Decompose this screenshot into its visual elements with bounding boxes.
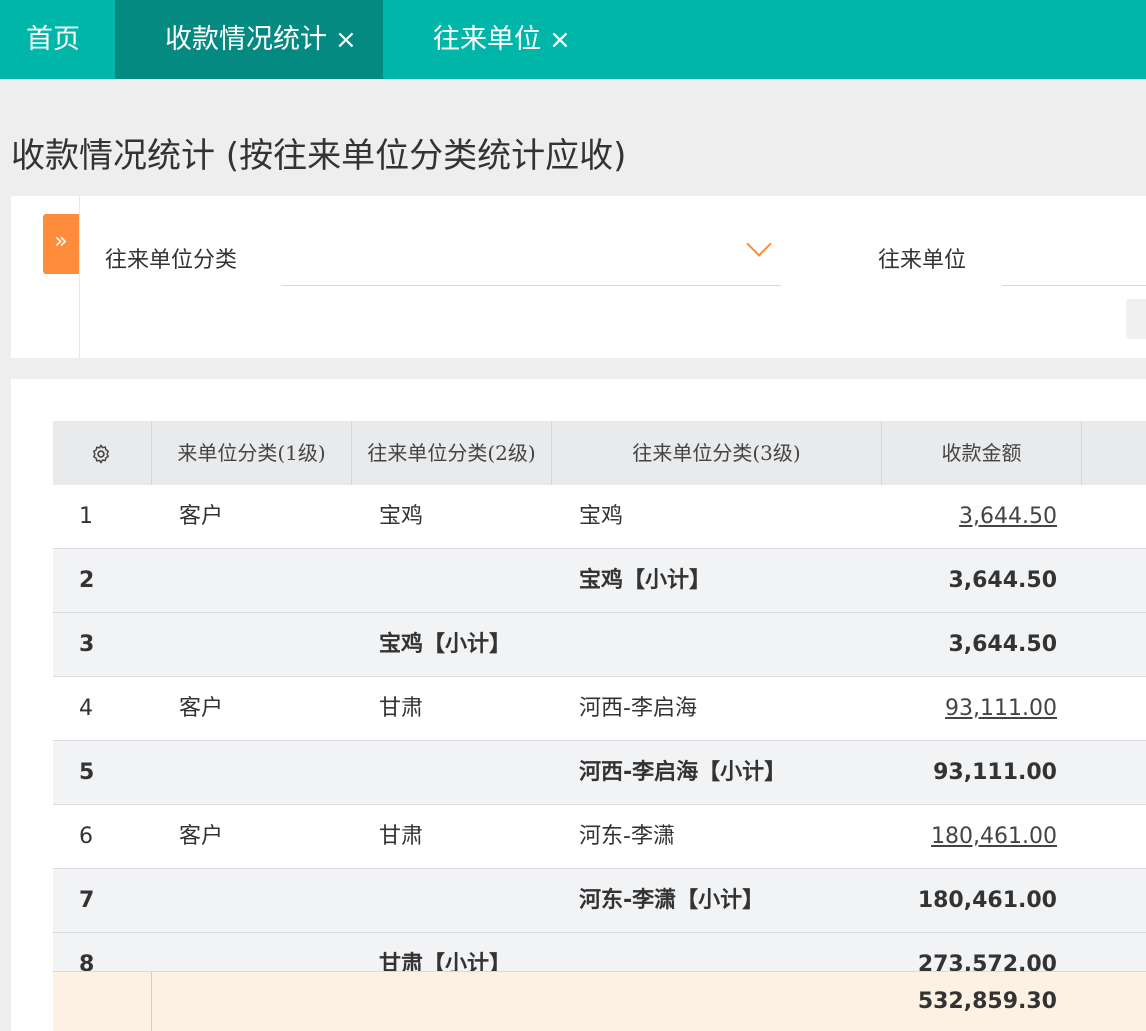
amount-link[interactable]: 180,461.00 xyxy=(931,824,1057,849)
table-header: 来单位分类(1级) 往来单位分类(2级) 往来单位分类(3级) 收款金额 xyxy=(53,421,1146,485)
cell-category-l1: 客户 xyxy=(179,696,224,721)
tab-bar: 首页 收款情况统计 × 往来单位 × xyxy=(0,0,1146,79)
row-number: 7 xyxy=(79,888,95,913)
tab-home[interactable]: 首页 xyxy=(0,0,115,79)
cell-category-l2: 甘肃 xyxy=(379,696,424,721)
column-header-amount[interactable]: 收款金额 xyxy=(882,421,1082,485)
row-number: 6 xyxy=(79,824,93,849)
query-button[interactable] xyxy=(1126,299,1146,339)
gear-icon[interactable] xyxy=(90,443,112,465)
cell-category-l2: 甘肃 xyxy=(379,824,424,849)
tab-partner-units-label: 往来单位 xyxy=(433,24,541,55)
cell-category-l3: 宝鸡【小计】 xyxy=(579,568,712,593)
cell-category-l2 xyxy=(379,549,549,612)
unit-input[interactable] xyxy=(1002,250,1146,286)
table-footer: 532,859.30 xyxy=(53,971,1146,1031)
total-amount: 532,859.30 xyxy=(917,989,1057,1014)
cell-category-l1 xyxy=(179,869,339,932)
filter-panel: » 往来单位分类 往来单位 xyxy=(11,196,1146,358)
cell-category-l2: 宝鸡 xyxy=(379,504,424,529)
cell-amount: 93,111.00 xyxy=(933,760,1057,785)
row-number: 4 xyxy=(79,696,93,721)
category-filter-label: 往来单位分类 xyxy=(105,248,238,273)
column-header-category-l2[interactable]: 往来单位分类(2级) xyxy=(352,421,552,485)
subtotal-row[interactable]: 5 河西-李启海【小计】 93,111.00 xyxy=(53,741,1146,805)
cell-category-l1: 客户 xyxy=(179,504,224,529)
cell-amount: 180,461.00 xyxy=(917,888,1057,913)
tab-home-label: 首页 xyxy=(26,24,80,55)
cell-category-l3 xyxy=(579,613,879,676)
cell-category-l3: 河西-李启海【小计】 xyxy=(579,760,787,785)
cell-amount[interactable]: 93,111.00 xyxy=(882,677,1057,740)
close-icon[interactable]: × xyxy=(335,25,357,55)
footer-divider xyxy=(151,972,152,1031)
amount-link[interactable]: 3,644.50 xyxy=(959,504,1057,529)
cell-category-l1 xyxy=(179,933,339,972)
cell-category-l3: 河西-李启海 xyxy=(579,696,697,721)
unit-filter-label: 往来单位 xyxy=(878,248,967,273)
row-number: 8 xyxy=(79,952,95,972)
cell-category-l3: 河东-李潇 xyxy=(579,824,675,849)
row-number: 1 xyxy=(79,504,93,529)
subtotal-row[interactable]: 3 宝鸡【小计】 3,644.50 xyxy=(53,613,1146,677)
close-icon[interactable]: × xyxy=(549,25,571,55)
column-settings[interactable] xyxy=(53,421,152,485)
table-row[interactable]: 4 客户 甘肃 河西-李启海 93,111.00 xyxy=(53,677,1146,741)
tab-receipt-stats-label: 收款情况统计 xyxy=(165,24,327,55)
page-title: 收款情况统计 (按往来单位分类统计应收) xyxy=(11,136,627,176)
tab-partner-units[interactable]: 往来单位 × xyxy=(383,0,613,79)
cell-category-l1 xyxy=(179,613,339,676)
cell-category-l2: 宝鸡【小计】 xyxy=(379,632,512,657)
double-chevron-right-icon: » xyxy=(54,229,68,254)
cell-category-l1: 客户 xyxy=(179,824,224,849)
cell-amount[interactable]: 3,644.50 xyxy=(882,485,1057,548)
table-row[interactable]: 1 客户 宝鸡 宝鸡 3,644.50 xyxy=(53,485,1146,549)
table-body[interactable]: 1 客户 宝鸡 宝鸡 3,644.50 2 宝鸡【小计】 3,644.50 3 宝鸡【小计】 3,6… xyxy=(53,485,1146,972)
cell-amount[interactable]: 180,461.00 xyxy=(882,805,1057,868)
subtotal-row[interactable]: 2 宝鸡【小计】 3,644.50 xyxy=(53,549,1146,613)
cell-amount: 273,572.00 xyxy=(917,952,1057,972)
data-grid: 来单位分类(1级) 往来单位分类(2级) 往来单位分类(3级) 收款金额 1 客户… xyxy=(53,421,1146,972)
row-number: 2 xyxy=(79,568,95,593)
column-header-category-l3[interactable]: 往来单位分类(3级) xyxy=(552,421,882,485)
table-row[interactable]: 6 客户 甘肃 河东-李潇 180,461.00 xyxy=(53,805,1146,869)
amount-link[interactable]: 93,111.00 xyxy=(945,696,1057,721)
cell-category-l2: 甘肃【小计】 xyxy=(379,952,512,972)
row-number: 3 xyxy=(79,632,95,657)
cell-category-l3: 河东-李潇【小计】 xyxy=(579,888,765,913)
cell-amount: 3,644.50 xyxy=(948,632,1057,657)
cell-category-l2 xyxy=(379,741,549,804)
filter-divider xyxy=(79,196,80,358)
cell-category-l1 xyxy=(179,549,339,612)
expand-filter-button[interactable]: » xyxy=(43,214,79,274)
category-select[interactable] xyxy=(281,250,781,286)
cell-category-l3 xyxy=(579,933,879,972)
column-header-category-l1[interactable]: 来单位分类(1级) xyxy=(152,421,352,485)
subtotal-row[interactable]: 8 甘肃【小计】 273,572.00 xyxy=(53,933,1146,972)
row-number: 5 xyxy=(79,760,95,785)
tab-receipt-stats[interactable]: 收款情况统计 × xyxy=(115,0,383,79)
cell-category-l1 xyxy=(179,741,339,804)
cell-category-l3: 宝鸡 xyxy=(579,504,624,529)
cell-category-l2 xyxy=(379,869,549,932)
cell-amount: 3,644.50 xyxy=(948,568,1057,593)
subtotal-row[interactable]: 7 河东-李潇【小计】 180,461.00 xyxy=(53,869,1146,933)
